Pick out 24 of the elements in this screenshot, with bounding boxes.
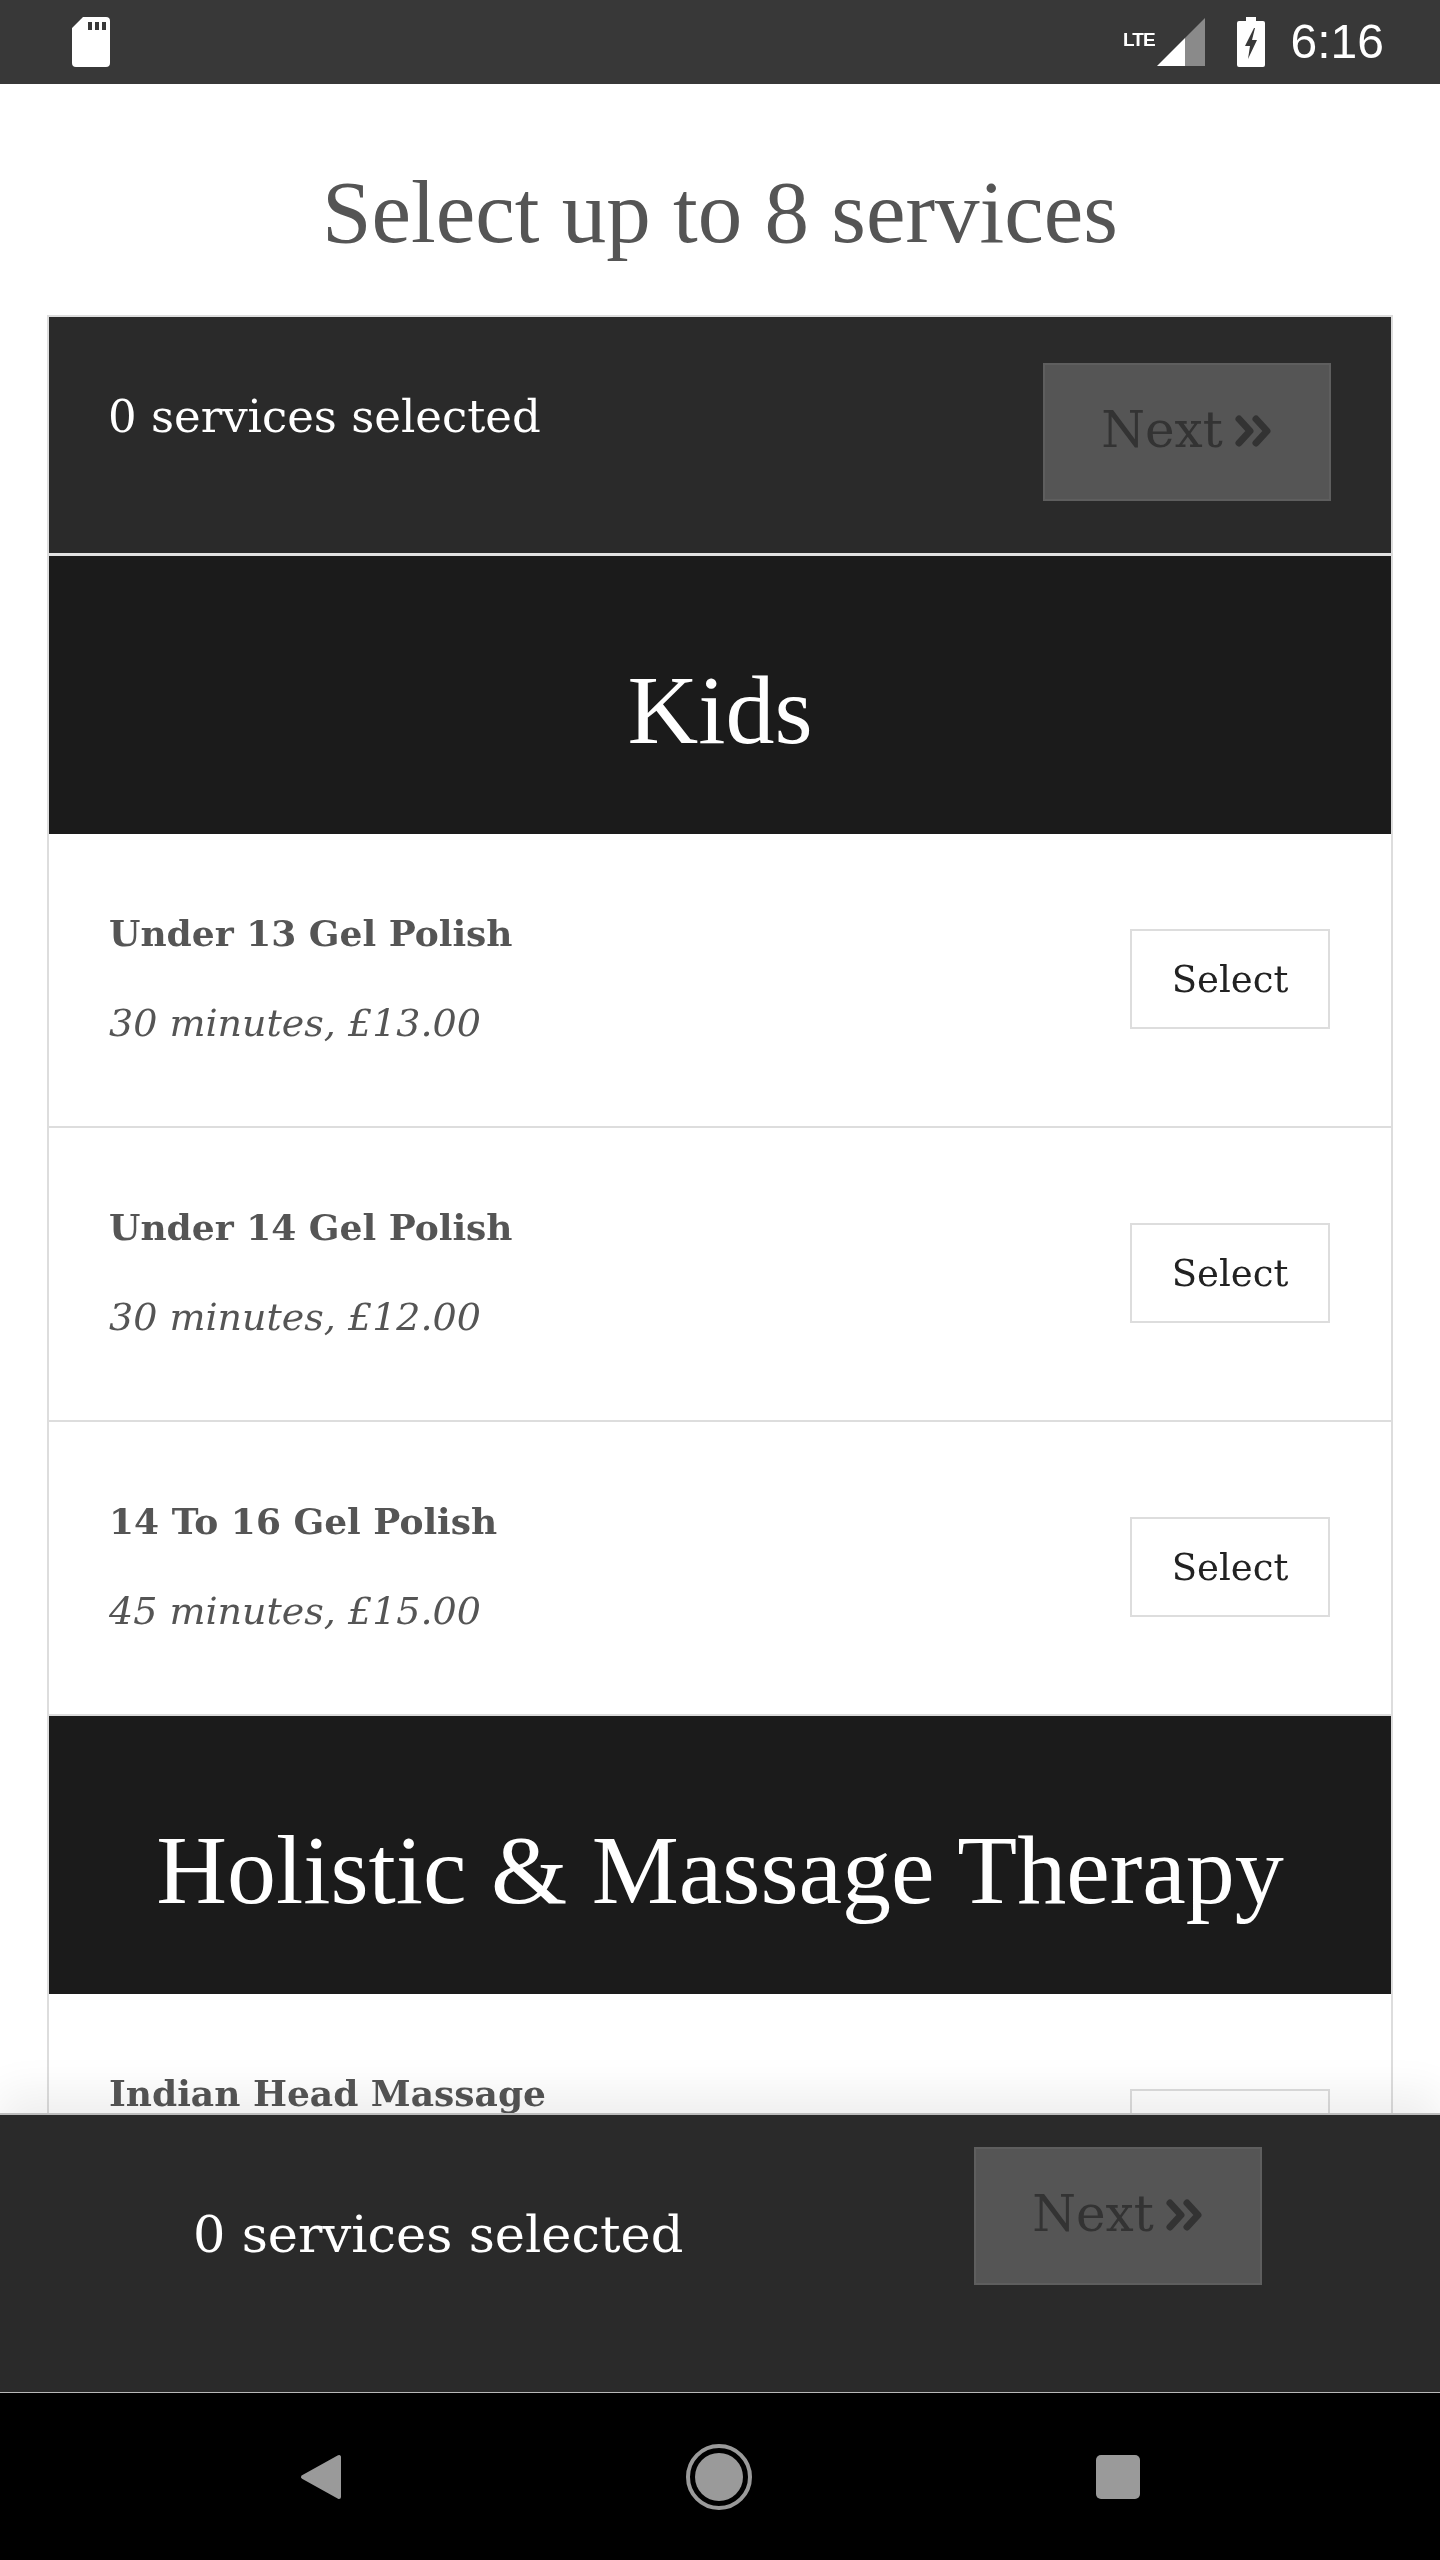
service-details: 30 minutes, £12.00 (109, 1294, 482, 1341)
select-button[interactable]: Select (1130, 929, 1330, 1029)
category-title: Holistic & Massage Therapy (156, 1815, 1284, 1926)
home-icon[interactable] (686, 2443, 752, 2510)
selected-count: 0 services selected (108, 389, 541, 445)
service-details: 30 minutes, £13.00 (109, 1000, 482, 1047)
double-chevron-icon (1234, 415, 1273, 447)
selected-count: 0 services selected (193, 2204, 684, 2266)
signal-icon (1156, 18, 1205, 66)
double-chevron-icon (1165, 2199, 1204, 2231)
network-type-label: LTE (1123, 30, 1155, 50)
select-button[interactable]: Select (1130, 1223, 1330, 1323)
battery-charging-icon (1236, 17, 1265, 67)
service-details: 45 minutes, £15.00 (109, 1588, 482, 1635)
recent-apps-icon[interactable] (1096, 2454, 1140, 2499)
service-name: 14 To 16 Gel Polish (109, 1499, 498, 1544)
category-title: Kids (627, 655, 813, 766)
page-title: Select up to 8 services (321, 162, 1119, 262)
service-name: Under 13 Gel Polish (109, 911, 513, 956)
select-button[interactable]: Select (1130, 1517, 1330, 1617)
sd-card-icon (72, 17, 110, 67)
back-icon[interactable] (300, 2453, 342, 2500)
service-name: Under 14 Gel Polish (109, 1205, 513, 1250)
clock-time: 6:16 (1290, 14, 1384, 70)
